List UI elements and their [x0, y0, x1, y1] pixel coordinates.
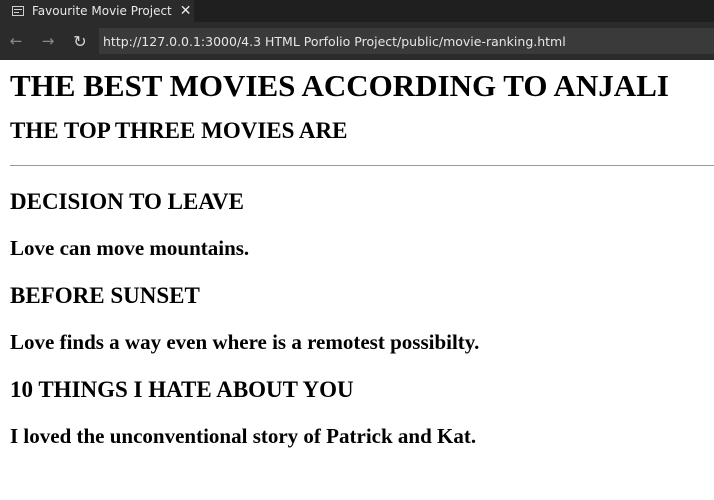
movie-review: Love can move mountains. [10, 236, 250, 260]
forward-button[interactable]: → [38, 31, 58, 51]
page-title: THE BEST MOVIES ACCORDING TO ANJALI [10, 68, 669, 103]
tab-close-button[interactable]: ✕ [180, 4, 192, 18]
browser-tab[interactable]: Favourite Movie Project ✕ [0, 0, 194, 22]
address-bar[interactable]: http://127.0.0.1:3000/4.3 HTML Porfolio … [99, 28, 714, 54]
page-icon [12, 6, 24, 16]
tab-strip: Favourite Movie Project ✕ [0, 0, 714, 22]
movie-title: DECISION TO LEAVE [10, 189, 244, 214]
back-button[interactable]: ← [6, 31, 26, 51]
page-content: THE BEST MOVIES ACCORDING TO ANJALI THE … [0, 67, 714, 450]
movie-review: I loved the unconventional story of Patr… [10, 424, 477, 448]
reload-button[interactable]: ↻ [70, 31, 90, 51]
movie-review: Love finds a way even where is a remotes… [10, 330, 480, 354]
movie-title: BEFORE SUNSET [10, 283, 200, 308]
divider [10, 165, 714, 166]
page-subtitle: THE TOP THREE MOVIES ARE [10, 118, 348, 143]
movie-title: 10 THINGS I HATE ABOUT YOU [10, 377, 354, 402]
navigation-bar: ← → ↻ http://127.0.0.1:3000/4.3 HTML Por… [0, 22, 714, 60]
browser-chrome: Favourite Movie Project ✕ ← → ↻ http://1… [0, 0, 714, 60]
tab-title: Favourite Movie Project [32, 4, 172, 18]
